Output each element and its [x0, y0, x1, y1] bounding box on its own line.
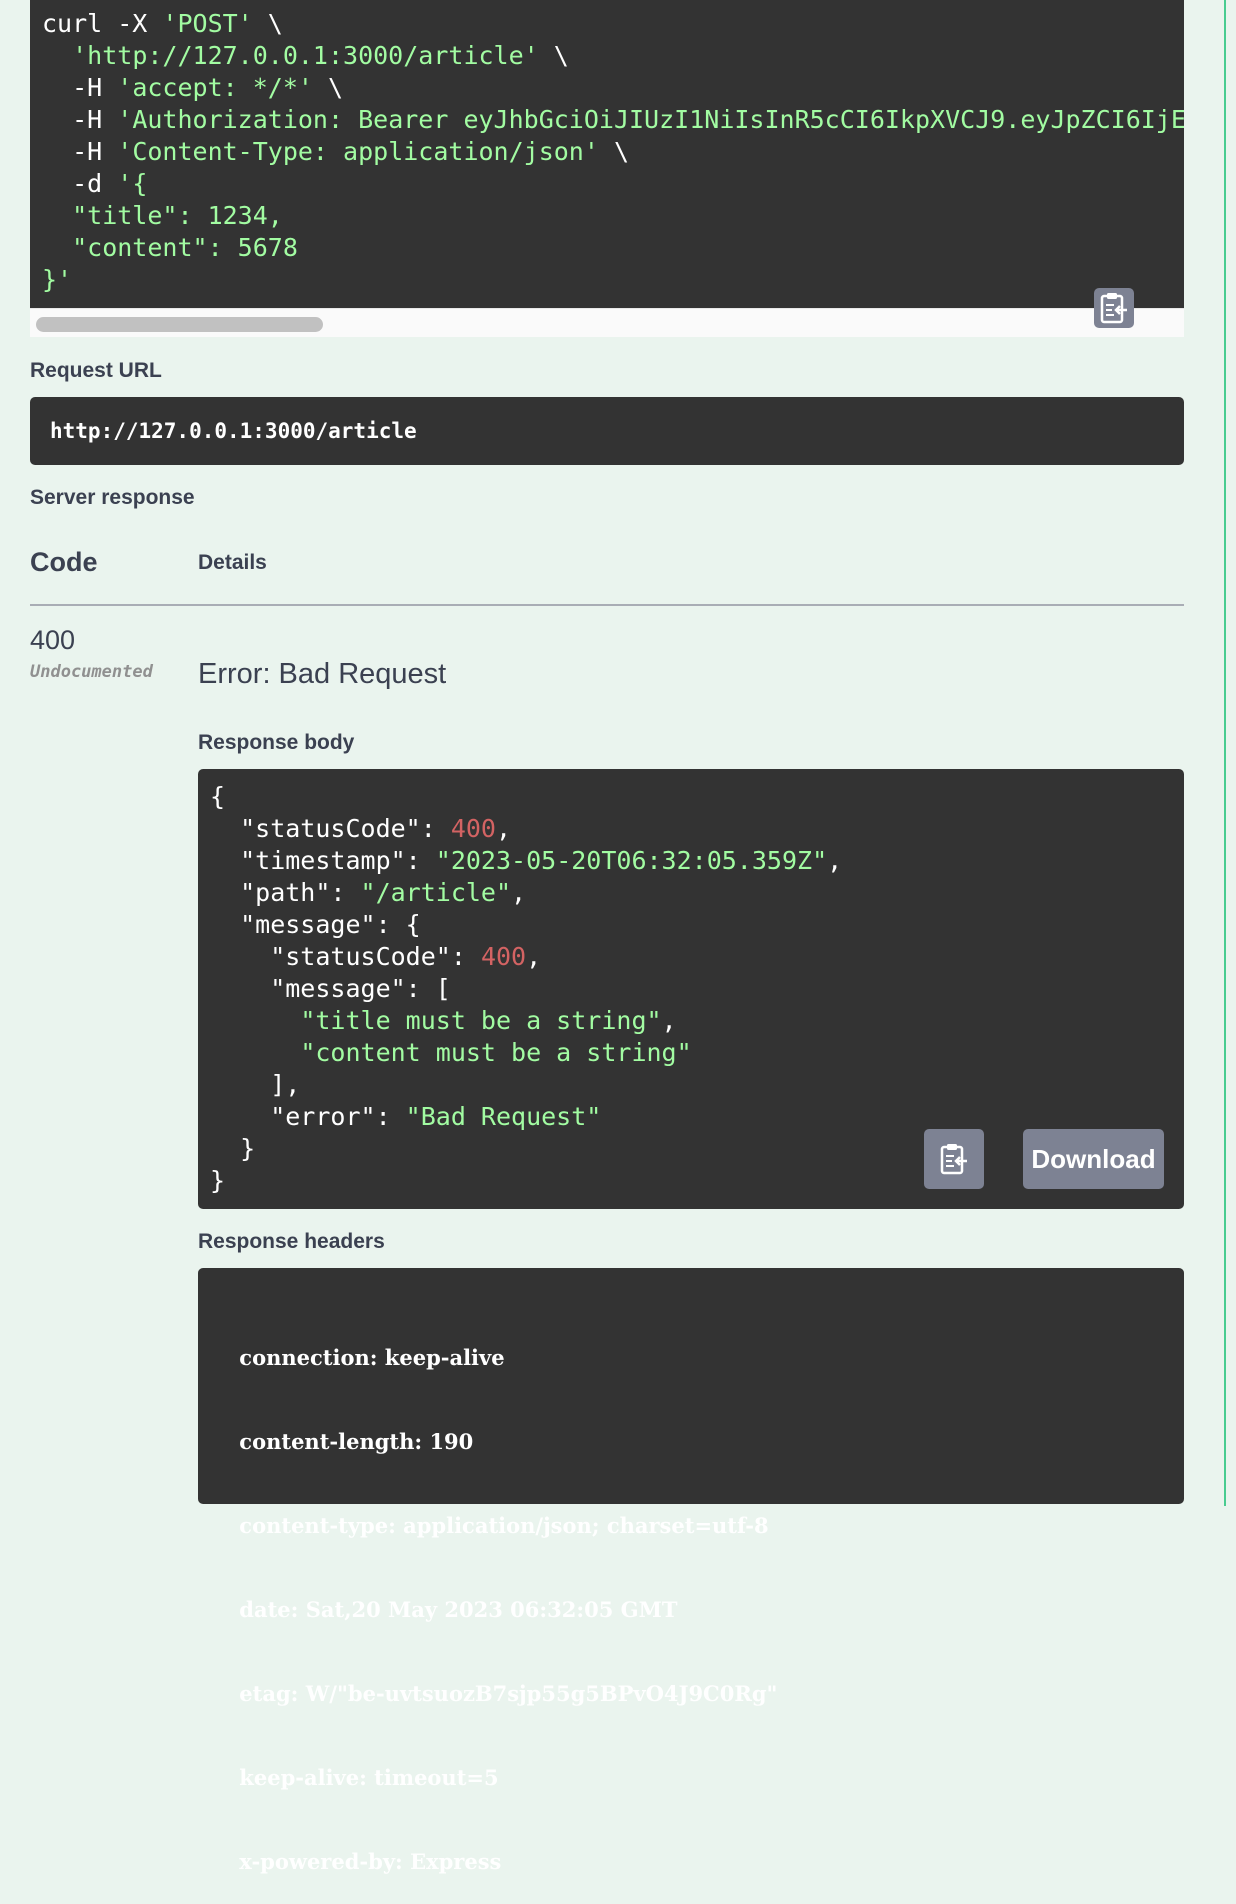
curl-command-code: curl -X 'POST' \ 'http://127.0.0.1:3000/… — [30, 0, 1184, 308]
response-body-line-token: , — [661, 1006, 677, 1035]
server-response-label: Server response — [30, 486, 195, 509]
curl-command-block: curl -X 'POST' \ 'http://127.0.0.1:3000/… — [30, 0, 1184, 337]
response-header-line: keep-alive: timeout=5 — [232, 1765, 506, 1790]
response-body-line: { — [210, 781, 1184, 813]
undocumented-tag: Undocumented — [30, 662, 153, 682]
request-url-box: http://127.0.0.1:3000/article — [30, 397, 1184, 465]
curl-line: curl -X 'POST' \ — [42, 8, 1184, 40]
request-url-label: Request URL — [30, 359, 162, 382]
copy-response-body-button[interactable] — [924, 1129, 984, 1189]
curl-line-token: -H — [42, 137, 118, 166]
response-body-line-token: "error": — [210, 1102, 406, 1131]
response-header-line: content-length: 190 — [232, 1429, 481, 1454]
response-body-line-token: } — [210, 1166, 226, 1195]
response-body-line-token: "/article" — [360, 878, 512, 907]
response-body-line: "title must be a string", — [210, 1005, 1184, 1037]
curl-horizontal-scrollbar[interactable] — [30, 308, 1184, 337]
response-body-line: "timestamp": "2023-05-20T06:32:05.359Z", — [210, 845, 1184, 877]
response-body-line-token: , — [827, 846, 843, 875]
curl-line: -H 'Authorization: Bearer eyJhbGciOiJIUz… — [42, 104, 1184, 136]
response-body-line-token: "path": — [210, 878, 361, 907]
curl-line-token: "content": 5678 — [42, 233, 298, 262]
curl-line-token: \ — [598, 137, 630, 166]
curl-line-token: '{ — [117, 169, 148, 198]
response-body-line: "path": "/article", — [210, 877, 1184, 909]
response-body-line-token: "content must be a string" — [300, 1038, 692, 1067]
code-column-header: Code — [30, 547, 98, 577]
curl-line: "title": 1234, — [42, 200, 1184, 232]
curl-line-token: "title": 1234, — [42, 201, 283, 230]
response-body-line-token: { — [210, 782, 226, 811]
response-body-line-token: , — [495, 814, 512, 843]
response-body-line-token: 400 — [480, 942, 527, 971]
response-header-line: etag: W/"be-uvtsuozB7sjp55g5BPvO4J9C0Rg" — [232, 1681, 785, 1706]
response-body-line-token — [210, 1006, 300, 1035]
response-body-line: "message": [ — [210, 973, 1184, 1005]
curl-line: 'http://127.0.0.1:3000/article' \ — [42, 40, 1184, 72]
curl-line-token — [42, 41, 72, 70]
response-body-line-token: ], — [210, 1070, 301, 1099]
response-status-code: 400 — [30, 625, 76, 655]
curl-line: -H 'accept: */*' \ — [42, 72, 1184, 104]
table-header-divider — [30, 604, 1184, 606]
response-body-line-token: "statusCode": — [210, 942, 481, 971]
curl-line: }' — [42, 264, 1184, 296]
response-body-line-token: "statusCode": — [210, 814, 451, 843]
curl-line-token: curl -X — [42, 9, 163, 38]
response-body-line-token: , — [511, 878, 527, 907]
response-header-line: x-powered-by: Express — [232, 1849, 509, 1874]
response-body-label: Response body — [198, 731, 355, 754]
curl-line-token: -H — [42, 105, 118, 134]
response-body-line: "statusCode": 400, — [210, 813, 1184, 845]
response-header-line: date: Sat,20 May 2023 06:32:05 GMT — [232, 1597, 685, 1622]
curl-line-token: -H — [42, 73, 118, 102]
response-body-line-token: "message": { — [210, 910, 421, 939]
download-button[interactable]: Download — [1023, 1129, 1164, 1189]
response-body-line-token: "2023-05-20T06:32:05.359Z" — [435, 846, 828, 875]
response-header-line: content-type: application/json; charset=… — [232, 1513, 776, 1538]
curl-line-token: 'accept: */*' — [117, 73, 313, 102]
response-body-line: ], — [210, 1069, 1184, 1101]
response-header-line: connection: keep-alive — [232, 1345, 512, 1370]
response-body-line: "message": { — [210, 909, 1184, 941]
curl-line-token: -d — [42, 169, 118, 198]
curl-line: "content": 5678 — [42, 232, 1184, 264]
panel-right-border — [1224, 0, 1226, 1506]
response-body-line-token — [210, 1038, 300, 1067]
clipboard-copy-icon — [940, 1144, 967, 1175]
response-body-line-token: "message": [ — [210, 974, 451, 1003]
request-url-value: http://127.0.0.1:3000/article — [50, 419, 417, 443]
response-body-line-token: "Bad Request" — [405, 1102, 602, 1131]
curl-line-token: 'http://127.0.0.1:3000/article' — [72, 41, 539, 70]
copy-curl-button[interactable] — [1094, 288, 1134, 328]
response-body-line: "content must be a string" — [210, 1037, 1184, 1069]
curl-line: -d '{ — [42, 168, 1184, 200]
details-column-header: Details — [198, 551, 267, 574]
curl-line-token: \ — [538, 41, 569, 70]
response-body-line: "statusCode": 400, — [210, 941, 1184, 973]
scrollbar-thumb[interactable] — [36, 317, 323, 332]
response-error-title: Error: Bad Request — [198, 658, 447, 690]
response-body-line-token: , — [526, 942, 542, 971]
curl-line-token: }' — [42, 265, 73, 294]
clipboard-copy-icon — [1100, 293, 1127, 324]
curl-line-token: 'POST' — [162, 9, 253, 38]
response-headers-code: connection: keep-alive content-length: 1… — [198, 1268, 1184, 1874]
response-body-line-token: "title must be a string" — [300, 1006, 662, 1035]
curl-line-token: \ — [312, 73, 344, 102]
curl-line-token: 'Authorization: Bearer eyJhbGciOiJIUzI1N… — [117, 105, 1184, 134]
response-body-line-token: "timestamp": — [210, 846, 436, 875]
response-headers-label: Response headers — [198, 1230, 385, 1253]
curl-line: -H 'Content-Type: application/json' \ — [42, 136, 1184, 168]
curl-line-token: \ — [252, 9, 283, 38]
response-body-line-token: 400 — [450, 814, 496, 843]
curl-line-token: 'Content-Type: application/json' — [117, 137, 599, 166]
response-body-line-token: } — [210, 1134, 256, 1163]
